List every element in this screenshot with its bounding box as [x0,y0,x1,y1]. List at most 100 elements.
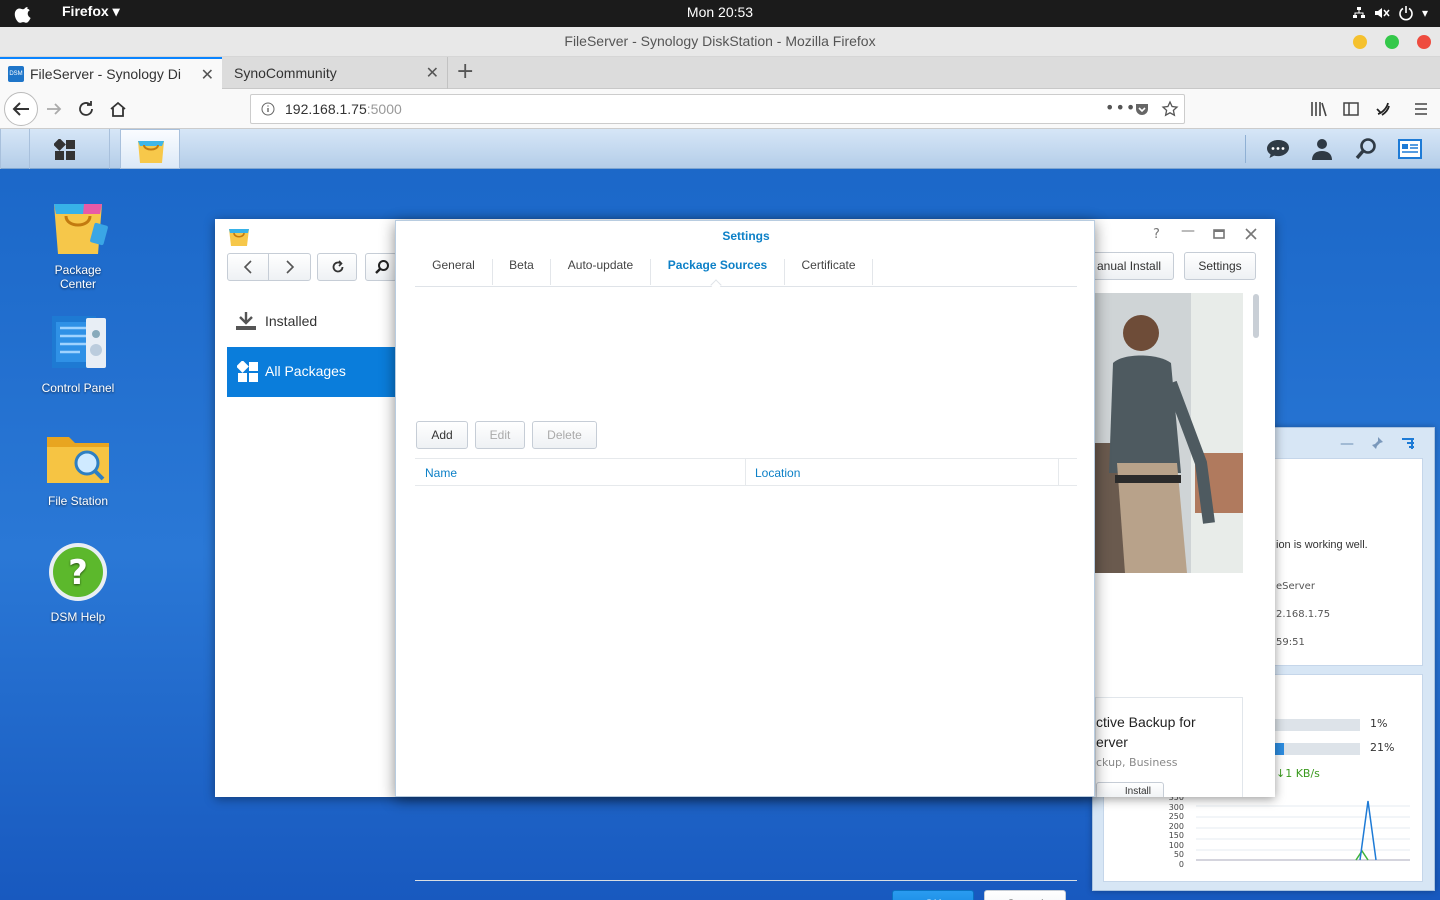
browser-titlebar: FileServer - Synology DiskStation - Mozi… [0,27,1440,57]
tab-certificate[interactable]: Certificate [785,259,873,285]
volume-muted-icon[interactable] [1374,6,1390,20]
tab-label: SynoCommunity [234,65,337,81]
banner-image [1095,293,1243,573]
refresh-button[interactable] [317,253,357,281]
ok-button[interactable]: OK [892,890,974,900]
sidebar-item-all-packages[interactable]: All Packages [227,347,397,397]
hamburger-menu-icon[interactable] [1412,100,1430,118]
chat-icon[interactable] [1266,138,1290,160]
close-tab-icon[interactable]: ✕ [426,63,439,83]
scrollbar-thumb[interactable] [1253,294,1259,338]
icon-label: File Station [47,494,109,508]
system-top-bar: Firefox ▾ Mon 20:53 ▾ [0,0,1440,27]
package-center-icon [54,204,108,254]
desktop-icon-file-station[interactable]: File Station [23,429,133,508]
taskbar-separator [1245,135,1246,163]
add-button[interactable]: Add [416,421,468,449]
close-window-button[interactable] [1417,35,1431,49]
taskbar-package-center[interactable] [120,129,180,169]
taskbar-left-edge [0,129,30,169]
desktop-icon-control-panel[interactable]: Control Panel [23,314,133,395]
tab-general[interactable]: General [415,259,493,285]
reload-icon[interactable] [76,99,96,119]
sidebar-item-installed[interactable]: Installed [235,311,317,331]
widgets-icon[interactable] [1397,137,1423,161]
maximize-icon[interactable] [1213,229,1225,239]
maximize-window-button[interactable] [1385,35,1399,49]
user-icon[interactable] [1310,137,1334,161]
server-uptime: 59:51 [1276,637,1305,648]
browser-tab-fileserver[interactable]: DSM FileServer - Synology Di ✕ [0,57,222,89]
settings-button[interactable]: Settings [1184,252,1256,280]
network-chart: 350 300 250 200 150 100 50 0 [1104,787,1422,881]
extension-icon[interactable] [1374,100,1392,118]
edit-button[interactable]: Edit [475,421,525,449]
chevron-left-icon [243,260,252,274]
sidebar-item-label: All Packages [265,363,346,379]
sidebar-icon[interactable] [1342,100,1360,118]
url-bar[interactable]: 192.168.1.75:5000 ••• [250,94,1185,124]
bookmark-star-icon[interactable] [1161,100,1179,118]
package-title-line: erver [1096,734,1128,750]
back-nav-button[interactable] [228,254,269,280]
system-tray[interactable]: ▾ [1352,5,1428,21]
cancel-button[interactable]: Cancel [984,890,1066,900]
pin-icon[interactable] [1370,436,1384,450]
main-menu-button[interactable] [30,129,110,169]
browser-navbar: 192.168.1.75:5000 ••• [0,89,1440,129]
manual-install-button[interactable]: anual Install [1088,252,1174,280]
pocket-icon[interactable] [1134,101,1150,117]
back-button[interactable] [4,92,38,126]
url-text[interactable]: 192.168.1.75:5000 [285,101,402,117]
y-tick: 250 [1168,812,1184,821]
clock[interactable]: Mon 20:53 [0,4,1440,20]
icon-label: Control Panel [41,381,115,395]
info-icon[interactable] [261,102,275,116]
close-icon[interactable] [1245,228,1257,240]
power-icon[interactable] [1398,5,1414,21]
home-icon[interactable] [108,99,128,119]
desktop-icon-dsm-help[interactable]: ? DSM Help [23,541,133,624]
widget-settings-icon[interactable] [1401,436,1415,450]
ram-percent: 21% [1370,741,1395,754]
help-icon: ? [49,543,107,601]
widget-minimize-icon[interactable]: — [1340,436,1354,452]
column-location[interactable]: Location [755,466,800,480]
package-card[interactable]: ctive Backup for erver ckup, Business Ins… [1095,697,1243,797]
minimize-window-button[interactable] [1353,35,1367,49]
page-actions-icon[interactable]: ••• [1105,98,1136,117]
library-icon[interactable] [1310,100,1328,118]
arrow-down-icon: ↓ [1276,767,1286,780]
settings-dialog: Settings General Beta Auto-update Packag… [395,220,1095,900]
forward-nav-button[interactable] [270,254,310,280]
forward-icon[interactable] [44,99,64,119]
help-button[interactable]: ? [1153,227,1160,242]
network-icon[interactable] [1352,6,1366,20]
package-search-button[interactable] [365,253,397,281]
all-packages-icon [237,361,258,382]
column-divider [1058,459,1059,486]
sources-table-body [415,487,1077,881]
svg-text:?: ? [68,553,88,593]
column-name[interactable]: Name [425,466,457,480]
url-host: 192.168.1.75 [285,101,367,117]
minimize-button[interactable]: — [1181,223,1195,239]
tab-beta[interactable]: Beta [493,259,551,285]
chevron-right-icon [286,260,295,274]
icon-label: Package [54,263,102,277]
cpu-percent: 1% [1370,717,1388,730]
refresh-icon [332,260,344,273]
browser-tab-synocommunity[interactable]: SynoCommunity ✕ [222,57,448,89]
desktop-icon-package-center[interactable]: Package Center [23,196,133,291]
tab-auto-update[interactable]: Auto-update [551,259,651,285]
new-tab-icon[interactable]: + [456,59,474,84]
search-icon [375,260,389,274]
search-icon[interactable] [1354,137,1378,161]
package-title-line: ctive Backup for [1096,714,1196,730]
install-button[interactable]: Install [1096,782,1164,797]
close-tab-icon[interactable]: ✕ [201,65,214,85]
y-tick: 0 [1178,859,1184,869]
y-tick: 200 [1168,821,1184,831]
delete-button[interactable]: Delete [532,421,597,449]
history-nav-group [227,253,311,281]
